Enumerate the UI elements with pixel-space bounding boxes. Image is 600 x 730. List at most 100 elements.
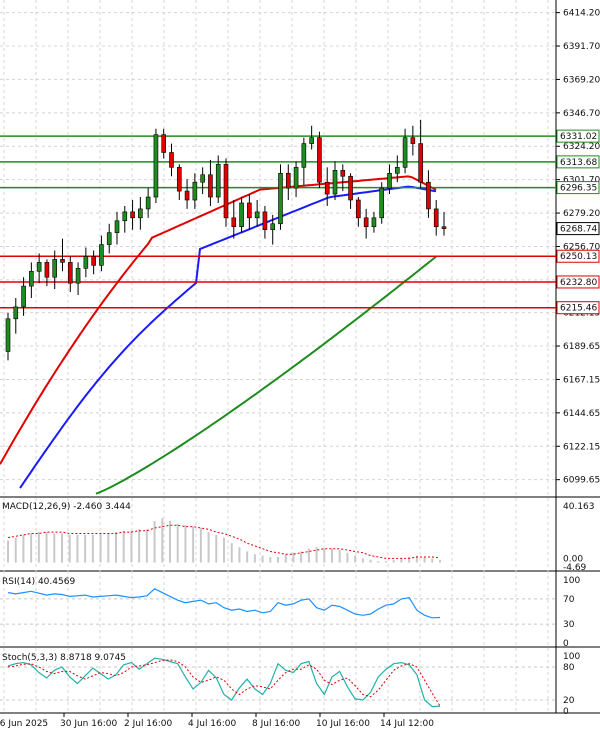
- candle-body: [145, 196, 151, 210]
- candles: [5, 119, 447, 361]
- candle-body: [161, 134, 167, 153]
- candle-body: [270, 223, 276, 230]
- candle-body: [184, 190, 190, 201]
- price-tick-label: 6122.15: [563, 442, 600, 452]
- price-tick-label: 6099.65: [563, 476, 600, 486]
- rsi-tick-label: 100: [563, 576, 580, 586]
- time-label: 30 Jun 16:00: [60, 719, 117, 729]
- candle-body: [356, 199, 361, 219]
- candle-body: [200, 174, 205, 183]
- candle-body: [293, 167, 299, 189]
- macd-histogram: [7, 518, 441, 563]
- candle-body: [332, 170, 338, 195]
- macd-axis-top: 40.163: [563, 502, 595, 512]
- macd-label: MACD(12,26,9) -2.460 3.444: [2, 502, 131, 512]
- candle-body: [387, 172, 392, 189]
- candle-body: [433, 208, 439, 228]
- chart-canvas[interactable]: 6414.206391.706369.206346.706324.206301.…: [0, 0, 600, 730]
- candle-body: [215, 164, 221, 198]
- trading-chart: 6414.20 6391.70 6369.20 6346.70 6324.20 6301.…: [0, 0, 600, 730]
- candle-body: [114, 220, 120, 233]
- price-tick-label: 6369.20: [563, 75, 600, 85]
- grid: [0, 0, 556, 713]
- candle-body: [138, 208, 143, 219]
- rsi-tick-label: 0: [563, 639, 569, 649]
- ma-slow-line: [95, 255, 437, 495]
- candle-body: [309, 137, 314, 144]
- stoch-tick-label: 0: [563, 707, 569, 717]
- candle-body: [130, 211, 135, 219]
- price-tick-label: 6414.20: [563, 9, 600, 19]
- level-label-1: 6331.02: [560, 132, 597, 142]
- price-tick-label: 6391.70: [563, 42, 600, 52]
- candle-body: [75, 268, 81, 284]
- price-tick-label: 6346.70: [563, 109, 600, 119]
- candle-body: [317, 137, 322, 183]
- time-label: 10 Jul 16:00: [316, 719, 370, 729]
- candle-body: [410, 137, 416, 144]
- candle-body: [83, 256, 89, 269]
- macd-axis-bottom: -4.69: [563, 563, 587, 573]
- stoch-tick-label: 80: [563, 663, 575, 673]
- rsi-label: RSI(14) 40.4569: [2, 577, 75, 587]
- price-tick-label: 6279.20: [563, 209, 600, 219]
- time-label: 2 Jul 16:00: [124, 719, 173, 729]
- candle-body: [394, 167, 400, 174]
- candle-body: [348, 175, 353, 201]
- candle-body: [426, 181, 431, 210]
- level-label-2: 6313.68: [560, 158, 597, 168]
- candle-body: [379, 187, 385, 219]
- candle-body: [176, 167, 182, 192]
- candle-body: [106, 232, 112, 245]
- candle-body: [67, 262, 73, 284]
- price-tick-label: 6324.20: [563, 142, 600, 152]
- level-label-3: 6296.35: [560, 184, 597, 194]
- stoch-label: Stoch(5,3,3) 8.8718 9.0745: [2, 653, 126, 663]
- candle-body: [239, 202, 244, 228]
- current-price-label: 6268.74: [560, 225, 597, 235]
- level-label-6: 6215.46: [560, 304, 597, 314]
- candle-body: [208, 174, 213, 198]
- stoch-k-line: [7, 657, 441, 708]
- time-label: 14 Jul 12:00: [380, 719, 434, 729]
- candle-body: [418, 143, 423, 183]
- price-tick-label: 6167.15: [563, 375, 600, 385]
- rsi-tick-label: 70: [563, 595, 575, 605]
- candle-body: [254, 211, 260, 219]
- level-label-5: 6232.80: [560, 278, 597, 288]
- candle-body: [223, 164, 229, 219]
- candle-body: [285, 172, 291, 189]
- candle-body: [153, 134, 159, 198]
- candle-body: [29, 270, 34, 287]
- candle-body: [262, 211, 268, 230]
- candle-body: [402, 137, 408, 168]
- candle-body: [324, 181, 330, 195]
- level-label-4: 6250.13: [560, 252, 597, 262]
- time-label: 8 Jul 16:00: [252, 719, 301, 729]
- candle-body: [13, 306, 19, 320]
- candle-body: [60, 259, 65, 263]
- candle-body: [192, 181, 198, 201]
- candle-body: [247, 202, 252, 219]
- candle-body: [363, 217, 369, 228]
- candle-body: [21, 285, 26, 308]
- candle-body: [441, 226, 447, 229]
- candle-body: [371, 217, 377, 228]
- rsi-tick-label: 30: [563, 620, 575, 630]
- time-label: 4 Jul 16:00: [188, 719, 237, 729]
- candle-body: [122, 211, 128, 222]
- candle-body: [278, 172, 283, 225]
- candle-body: [91, 256, 96, 266]
- stoch-tick-label: 100: [563, 652, 580, 662]
- candle-body: [99, 244, 104, 266]
- price-tick-label: 6189.65: [563, 342, 600, 352]
- candle-body: [231, 217, 237, 228]
- candle-body: [169, 152, 174, 168]
- candle-body: [301, 143, 307, 168]
- price-tick-label: 6144.65: [563, 409, 600, 419]
- candle-body: [44, 262, 50, 278]
- candle-body: [340, 170, 346, 177]
- stoch-tick-label: 20: [563, 696, 575, 706]
- rsi-line: [7, 588, 441, 619]
- candle-body: [52, 259, 58, 278]
